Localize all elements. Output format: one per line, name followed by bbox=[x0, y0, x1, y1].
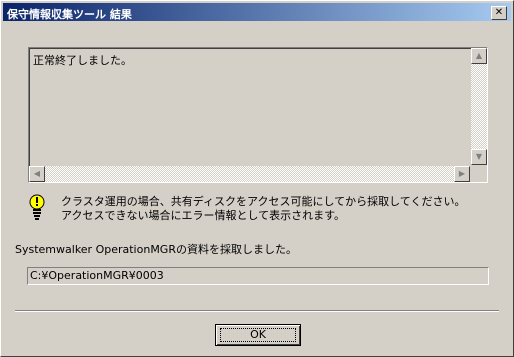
ok-button-label: OK bbox=[220, 328, 296, 342]
scroll-left-icon: ◀ bbox=[33, 169, 41, 178]
result-message: Systemwalker OperationMGRの資料を採取しました。 bbox=[15, 243, 297, 256]
window-title: 保守情報収集ツール 結果 bbox=[7, 8, 132, 21]
scroll-down-button[interactable]: ▼ bbox=[471, 149, 487, 165]
log-text: 正常終了しました。 bbox=[33, 54, 132, 67]
scroll-up-icon: ▲ bbox=[475, 51, 483, 60]
output-path-text: C:¥OperationMGR¥0003 bbox=[30, 269, 164, 282]
scroll-down-icon: ▼ bbox=[475, 152, 483, 161]
log-textarea[interactable]: 正常終了しました。 ▲ ▼ ◀ ▶ bbox=[28, 47, 488, 183]
vertical-scrollbar[interactable]: ▲ ▼ bbox=[471, 48, 487, 165]
scroll-left-button[interactable]: ◀ bbox=[29, 166, 45, 182]
warning-line-1: クラスタ運用の場合、共有ディスクをアクセス可能にしてから採取してください。 bbox=[61, 195, 466, 208]
scroll-corner bbox=[471, 166, 487, 182]
scroll-right-icon: ▶ bbox=[458, 169, 466, 178]
horizontal-scrollbar[interactable]: ◀ ▶ bbox=[29, 166, 470, 182]
close-icon: ✕ bbox=[494, 7, 504, 18]
result-dialog: 保守情報収集ツール 結果 ✕ 正常終了しました。 ▲ ▼ ◀ ▶ クラスタ運用の… bbox=[0, 0, 514, 357]
separator bbox=[15, 310, 499, 312]
lightbulb-warning-icon bbox=[28, 194, 46, 220]
close-button[interactable]: ✕ bbox=[491, 6, 507, 20]
warning-line-2: アクセスできない場合にエラー情報として表示されます。 bbox=[61, 209, 346, 222]
ok-button[interactable]: OK bbox=[215, 324, 301, 346]
title-bar[interactable]: 保守情報収集ツール 結果 ✕ bbox=[3, 3, 511, 21]
scroll-up-button[interactable]: ▲ bbox=[471, 48, 487, 64]
output-path-field[interactable]: C:¥OperationMGR¥0003 bbox=[27, 267, 489, 285]
scroll-right-button[interactable]: ▶ bbox=[454, 166, 470, 182]
warning-message: クラスタ運用の場合、共有ディスクをアクセス可能にしてから採取してください。 アク… bbox=[61, 195, 465, 223]
